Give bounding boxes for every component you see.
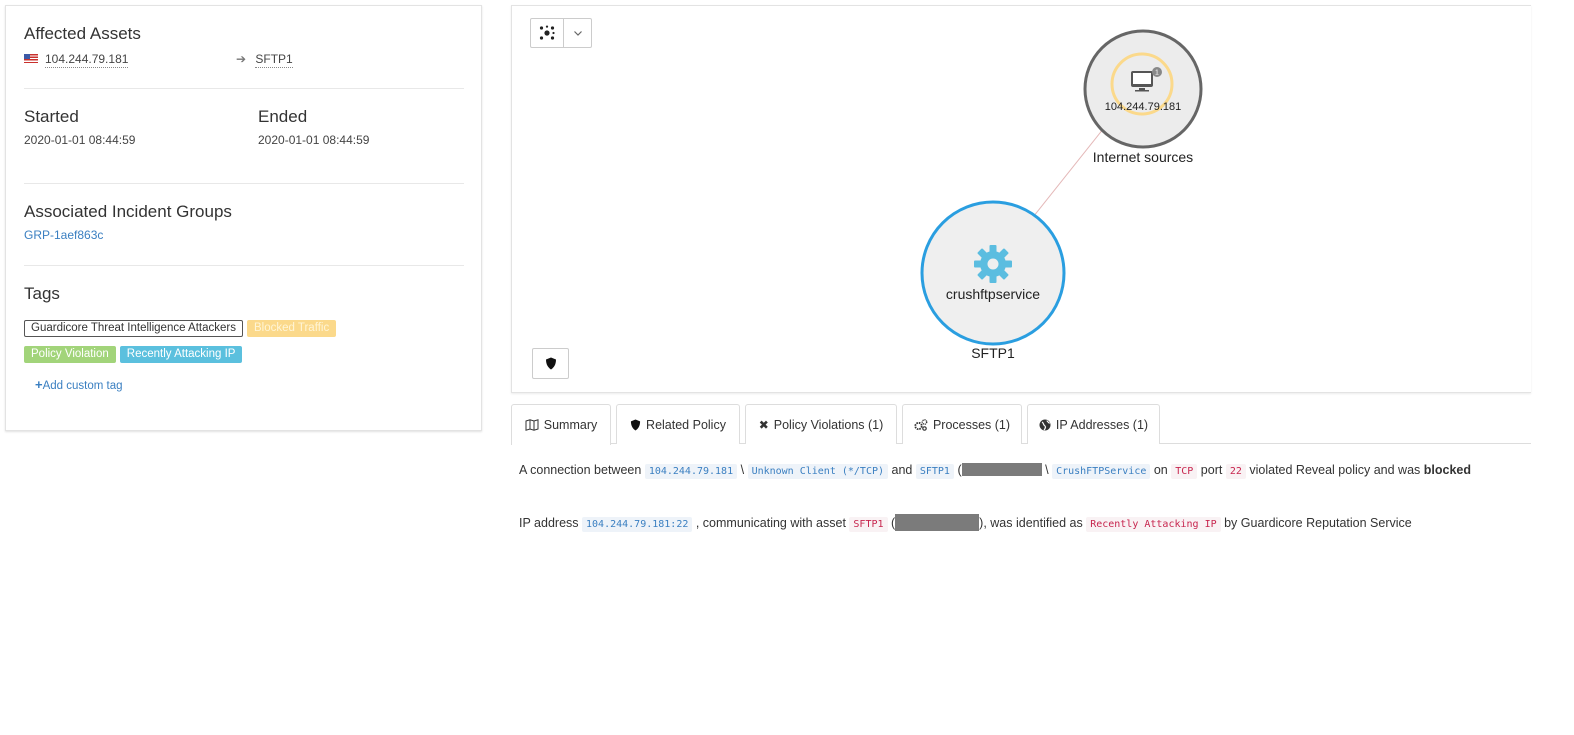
asset-code: SFTP1 bbox=[849, 516, 888, 532]
summary-connection-line: A connection between 104.244.79.181 \ Un… bbox=[519, 463, 1472, 479]
divider bbox=[24, 88, 464, 89]
redacted-block bbox=[961, 463, 1042, 477]
us-flag-icon bbox=[24, 54, 38, 64]
shield-icon bbox=[630, 419, 641, 431]
arrow-right-icon: ➔ SFTP1 bbox=[236, 52, 293, 68]
tag-threat-intelligence[interactable]: Guardicore Threat Intelligence Attackers bbox=[24, 320, 243, 337]
incident-group-link[interactable]: GRP-1aef863c bbox=[24, 228, 463, 242]
policy-overlay-button[interactable] bbox=[532, 348, 569, 379]
tab-summary[interactable]: Summary bbox=[511, 404, 611, 445]
blocked-text: blocked bbox=[1423, 463, 1472, 477]
summary-text: A connection between bbox=[519, 463, 642, 477]
tab-summary-label: Summary bbox=[543, 418, 598, 432]
tab-processes[interactable]: Processes (1) bbox=[902, 404, 1022, 444]
tag-blocked-traffic[interactable]: Blocked Traffic bbox=[246, 320, 337, 337]
destination-asset-link[interactable]: SFTP1 bbox=[255, 52, 293, 68]
details-tabs: Summary Related Policy ✖ Policy Violation… bbox=[511, 404, 1531, 445]
port-code: 22 bbox=[1225, 464, 1246, 479]
affected-assets-row: 104.244.79.181 ➔ SFTP1 bbox=[24, 52, 464, 70]
incident-details-panel: Affected Assets 104.244.79.181 ➔ SFTP1 S… bbox=[5, 5, 482, 431]
incident-groups-title: Associated Incident Groups bbox=[24, 202, 232, 221]
asset-code: SFTP1 bbox=[915, 464, 954, 479]
tag-recently-attacking-ip[interactable]: Recently Attacking IP bbox=[119, 346, 243, 363]
summary-reputation-line: IP address 104.244.79.181:22 , communica… bbox=[519, 514, 1412, 532]
tags-section: Tags Guardicore Threat Intelligence Atta… bbox=[24, 284, 463, 392]
add-custom-tag-button[interactable]: +Add custom tag bbox=[35, 377, 463, 392]
source-ip-label: 104.244.79.181 bbox=[1105, 101, 1181, 113]
summary-text: by Guardicore Reputation Service bbox=[1224, 515, 1412, 530]
asset-label: SFTP1 bbox=[971, 345, 1015, 361]
redacted-block bbox=[895, 514, 980, 531]
affected-assets-section: Affected Assets bbox=[24, 24, 463, 44]
tags-title: Tags bbox=[24, 284, 60, 303]
tags-row: Policy Violation Recently Attacking IP bbox=[24, 346, 463, 364]
internet-sources-node[interactable]: 1 104.244.79.181 Internet sources bbox=[1083, 29, 1203, 165]
ended-section: Ended 2020-01-01 08:44:59 bbox=[258, 107, 458, 147]
client-code: Unknown Client (*/TCP) bbox=[747, 464, 889, 479]
tab-policy-violations[interactable]: ✖ Policy Violations (1) bbox=[745, 404, 897, 444]
ip-port-code: 104.244.79.181:22 bbox=[582, 516, 693, 532]
summary-separator: \ bbox=[740, 463, 745, 477]
service-label: crushftpservice bbox=[946, 286, 1040, 302]
count-badge-text: 1 bbox=[1155, 70, 1159, 77]
ended-value: 2020-01-01 08:44:59 bbox=[258, 133, 370, 147]
divider bbox=[24, 183, 464, 184]
service-code: CrushFTPService bbox=[1052, 464, 1151, 479]
shield-icon bbox=[545, 357, 556, 370]
started-value: 2020-01-01 08:44:59 bbox=[24, 133, 136, 147]
tab-ip-addresses-label: IP Addresses (1) bbox=[1055, 417, 1149, 432]
tab-ip-addresses[interactable]: IP Addresses (1) bbox=[1027, 404, 1160, 444]
divider bbox=[24, 265, 464, 266]
sftp1-asset-node[interactable]: crushftpservice SFTP1 bbox=[920, 200, 1066, 361]
summary-text: and bbox=[891, 463, 913, 477]
summary-text: ), was identified as bbox=[979, 515, 1083, 530]
tab-related-policy-label: Related Policy bbox=[646, 417, 726, 432]
tab-related-policy[interactable]: Related Policy bbox=[616, 404, 740, 444]
started-label: Started bbox=[24, 107, 79, 126]
affected-assets-title: Affected Assets bbox=[24, 24, 141, 43]
internet-sources-label: Internet sources bbox=[1093, 149, 1193, 165]
summary-text: , communicating with asset bbox=[695, 515, 846, 530]
connection-graph-panel: 22 1 104.244.79.181 Internet sources bbox=[511, 5, 1531, 393]
gears-icon bbox=[914, 418, 928, 431]
tab-policy-violations-label: Policy Violations (1) bbox=[773, 417, 884, 432]
map-icon bbox=[525, 419, 539, 431]
incident-groups-section: Associated Incident Groups GRP-1aef863c bbox=[24, 202, 463, 242]
protocol-code: TCP bbox=[1171, 464, 1198, 479]
graph-canvas: 22 1 104.244.79.181 Internet sources bbox=[920, 29, 1203, 361]
summary-separator: \ bbox=[1045, 463, 1049, 477]
source-ip-link[interactable]: 104.244.79.181 bbox=[45, 52, 129, 68]
source-ip-code: 104.244.79.181 bbox=[644, 464, 738, 479]
tab-processes-label: Processes (1) bbox=[932, 417, 1011, 432]
summary-text: violated Reveal policy and was bbox=[1249, 463, 1421, 477]
summary-text: on bbox=[1153, 463, 1168, 477]
gear-icon bbox=[974, 245, 1012, 283]
reputation-tag-code: Recently Attacking IP bbox=[1086, 516, 1221, 532]
plus-icon: + bbox=[35, 377, 43, 392]
started-section: Started 2020-01-01 08:44:59 bbox=[24, 107, 224, 147]
summary-text: IP address bbox=[519, 515, 579, 530]
tag-policy-violation[interactable]: Policy Violation bbox=[24, 346, 116, 363]
close-icon: ✖ bbox=[758, 417, 769, 432]
summary-text: port bbox=[1200, 463, 1223, 477]
ended-label: Ended bbox=[258, 107, 308, 126]
tags-row: Guardicore Threat Intelligence Attackers… bbox=[24, 320, 463, 338]
globe-icon bbox=[1039, 419, 1051, 431]
add-custom-tag-label: Add custom tag bbox=[42, 380, 123, 392]
